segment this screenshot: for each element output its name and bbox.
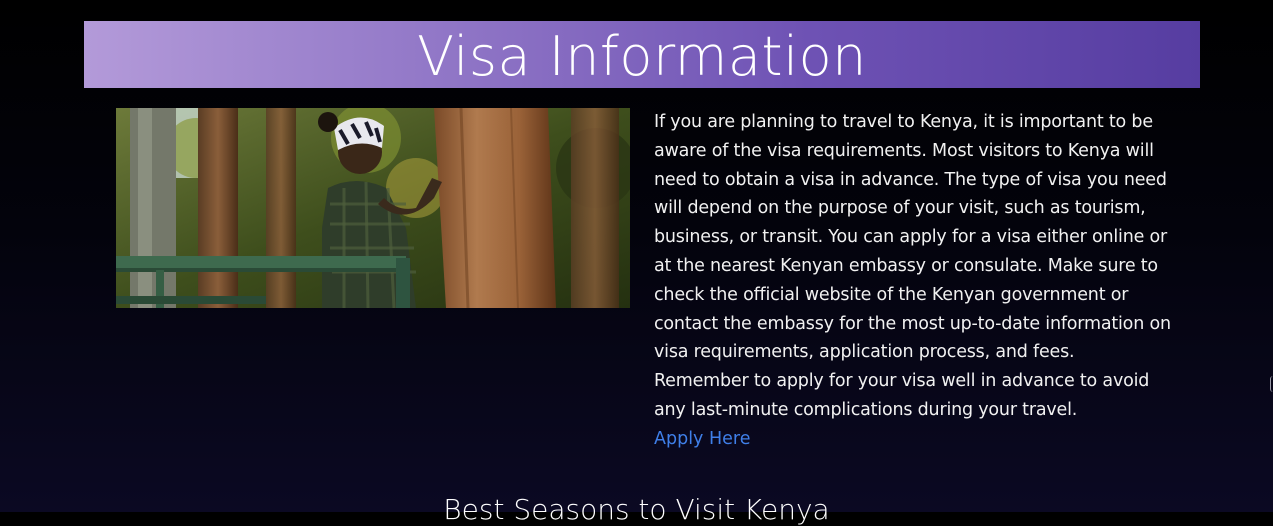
next-section-title: Best Seasons to Visit Kenya	[443, 493, 830, 526]
visa-description: If you are planning to travel to Kenya, …	[654, 112, 1171, 420]
apply-here-link[interactable]: Apply Here	[654, 425, 750, 454]
page-title: Visa Information	[417, 24, 867, 88]
section-header-banner: Visa Information	[84, 21, 1200, 88]
travel-photo	[116, 108, 630, 308]
visa-info-content: If you are planning to travel to Kenya, …	[654, 108, 1174, 454]
